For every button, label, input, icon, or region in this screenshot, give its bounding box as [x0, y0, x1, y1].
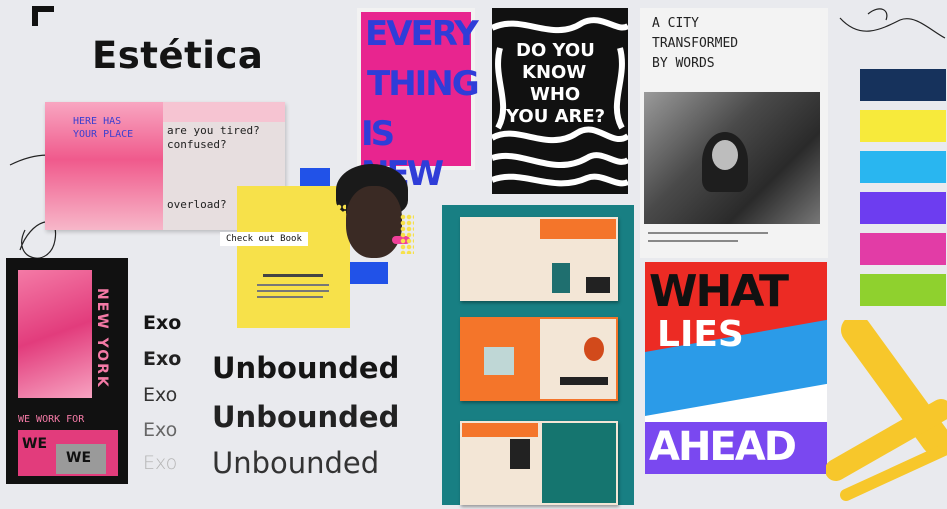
- book-spread-1: [460, 217, 618, 301]
- book-1-teal-block: [552, 263, 570, 293]
- font-sample-exo-2: Exo: [143, 348, 182, 370]
- flyer-text-line: [257, 284, 329, 286]
- pink-poster-line3: WE: [66, 450, 92, 466]
- poster-who-line2: KNOW: [522, 62, 587, 83]
- font-sample-exo-1: Exo: [143, 312, 182, 334]
- what-poster: WHAT LIES AHEAD: [645, 262, 827, 474]
- palette-swatch: [860, 274, 946, 306]
- palette-swatch: [860, 233, 946, 265]
- book-spread-3: [460, 421, 618, 505]
- pink-poster-line2: WE: [22, 436, 48, 452]
- font-sample-exo-5: Exo: [143, 452, 178, 474]
- book-1-orange-block: [540, 219, 616, 239]
- book-2-page: [540, 319, 616, 399]
- poster-who: DO YOU KNOW WHO YOU ARE?: [492, 8, 628, 194]
- pink-poster-line1: WE WORK FOR: [18, 414, 85, 425]
- zine-line1: are you tired?: [167, 124, 260, 137]
- book-2-dark-bar: [560, 377, 608, 385]
- flyer-heading-line: [263, 274, 323, 277]
- poster-who-line3: WHO: [530, 84, 581, 105]
- city-photo: [644, 92, 820, 224]
- city-line1: A CITY: [652, 16, 699, 31]
- font-sample-exo-3: Exo: [143, 384, 178, 406]
- blue-shape-2: [348, 262, 388, 284]
- font-sample-unbounded-3: Unbounded: [212, 446, 380, 480]
- city-caption-line: [648, 240, 738, 242]
- pink-poster: NEW YORK WE WORK FOR WE WE: [6, 258, 128, 484]
- palette-swatch: [860, 110, 946, 142]
- palette-swatch: [860, 69, 946, 101]
- portrait-dots: [330, 204, 346, 244]
- city-caption-line: [648, 232, 768, 234]
- font-sample-unbounded-2: Unbounded: [212, 400, 400, 434]
- book-2-object: [584, 337, 604, 361]
- what-word2: LIES: [657, 314, 744, 355]
- palette-swatch: [860, 151, 946, 183]
- flyer-text-line: [257, 296, 323, 298]
- what-word3: AHEAD: [649, 424, 797, 470]
- yellow-tape: [826, 320, 947, 501]
- flyer-label: Check out Book: [220, 232, 308, 246]
- city-line2: TRANSFORMED: [652, 36, 739, 51]
- book-3-teal-page: [542, 423, 616, 503]
- book-photo: [442, 205, 634, 505]
- portrait-cutout: [330, 164, 414, 260]
- blue-shape: [300, 168, 330, 188]
- poster-everything: EVERY THING IS NEW: [357, 8, 480, 194]
- portrait-face: [346, 186, 402, 258]
- poster-everything-line2: THING: [367, 64, 480, 104]
- portrait-dots: [400, 214, 414, 254]
- board-title: Estética: [92, 34, 264, 77]
- book-1-dark-block: [586, 277, 610, 293]
- zine-line2: confused?: [167, 138, 227, 151]
- what-word1: WHAT: [649, 266, 789, 317]
- palette-swatch: [860, 192, 946, 224]
- font-sample-unbounded-1: Unbounded: [212, 351, 400, 385]
- zine-pink-strip: [163, 102, 285, 122]
- poster-who-line1: DO YOU: [516, 40, 595, 61]
- poster-who-line4: YOU ARE?: [506, 106, 606, 127]
- city-card: A CITY TRANSFORMED BY WORDS: [640, 8, 828, 258]
- poster-everything-line1: EVERY: [365, 14, 479, 54]
- pink-poster-image: [18, 270, 92, 398]
- zine-line3: overload?: [167, 198, 227, 211]
- zine-overlay-line1: HERE HAS: [73, 116, 122, 127]
- flyer-text-line: [257, 290, 329, 292]
- pink-poster-vertical-text: NEW YORK: [94, 288, 110, 389]
- book-spread-2: [460, 317, 618, 401]
- city-line3: BY WORDS: [652, 56, 715, 71]
- zine-overlay-line2: YOUR PLACE: [73, 129, 134, 140]
- book-3-orange-block: [462, 423, 538, 437]
- moodboard: Estética HERE HAS YOUR PLACE are you tir…: [0, 0, 947, 509]
- book-3-dark-block: [510, 439, 530, 469]
- city-photo-face: [712, 140, 738, 170]
- book-2-photo: [484, 347, 514, 375]
- font-sample-exo-4: Exo: [143, 419, 178, 441]
